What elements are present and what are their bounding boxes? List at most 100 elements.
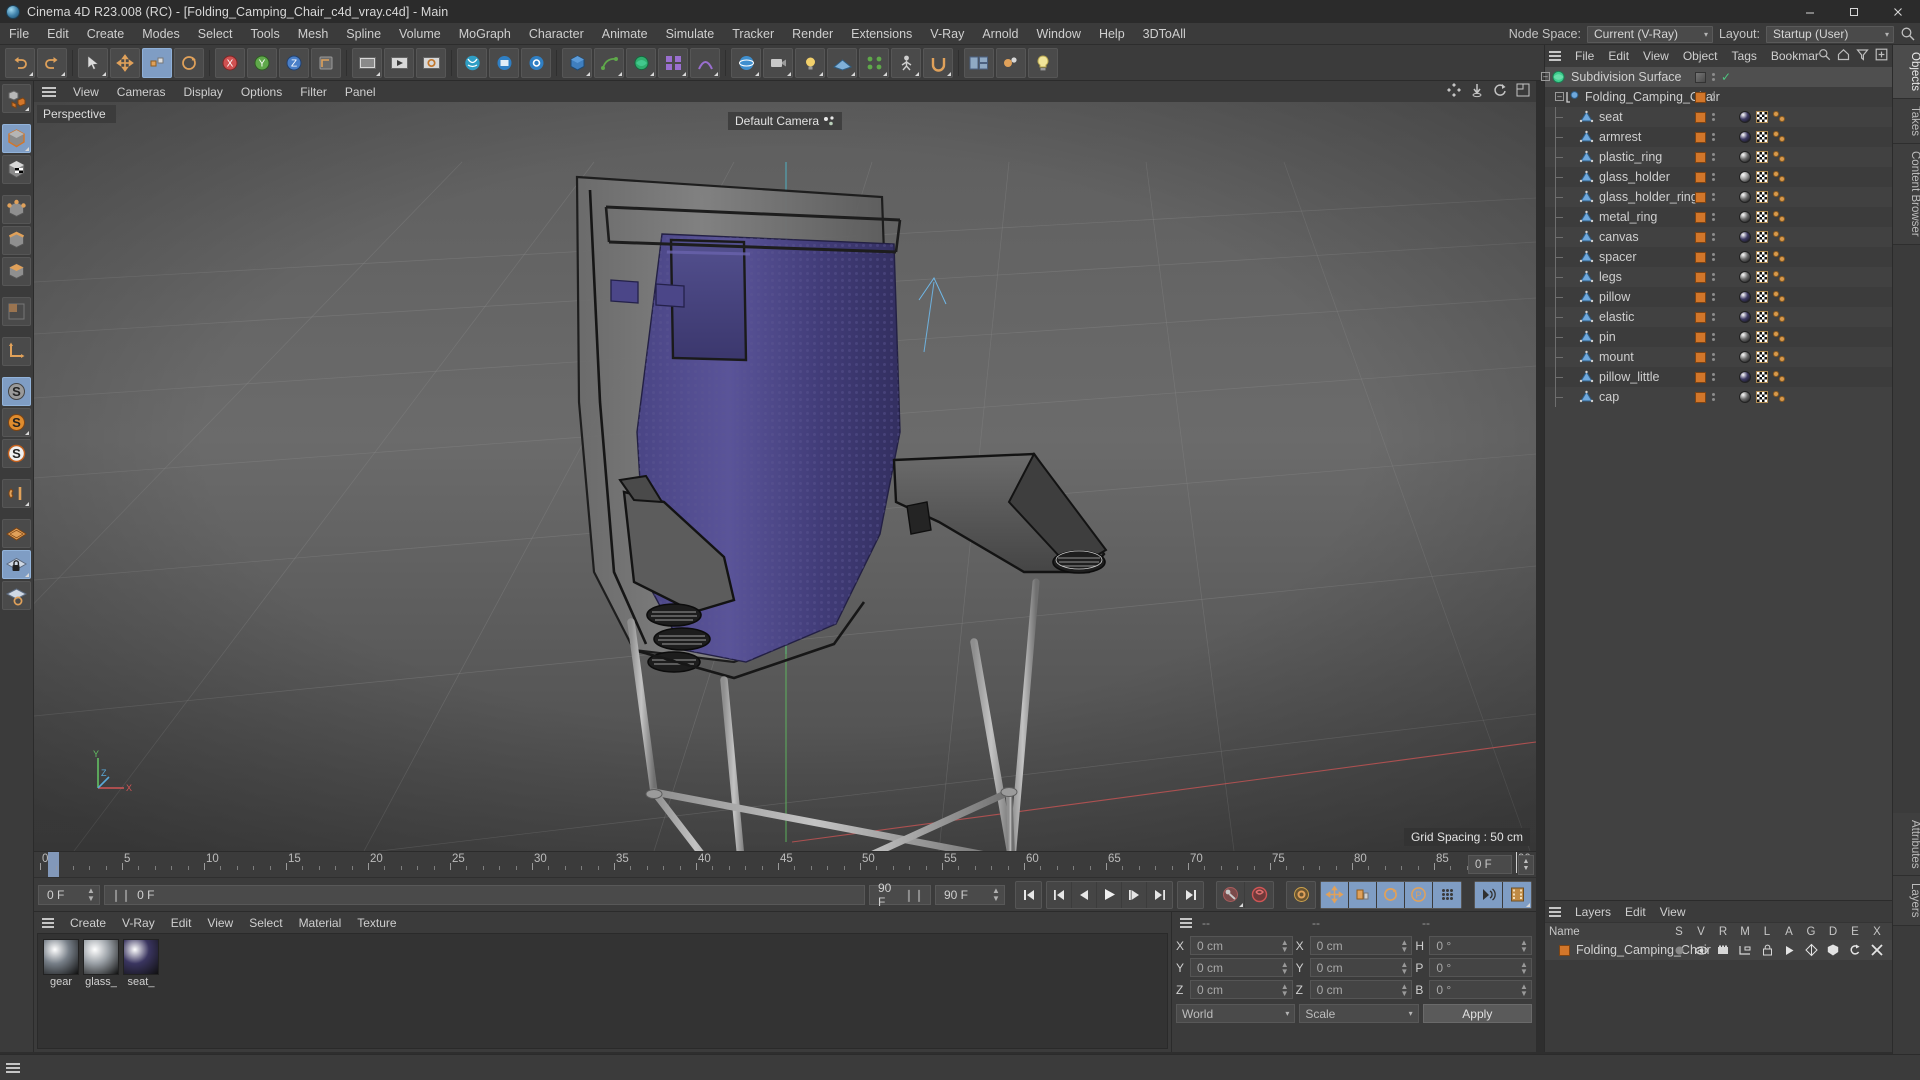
render-settings-button[interactable] [416, 47, 446, 78]
object-menu-edit[interactable]: Edit [1601, 45, 1636, 67]
close-button[interactable] [1876, 0, 1920, 23]
floor-button[interactable] [827, 47, 857, 78]
pan-view-icon[interactable] [1447, 83, 1461, 100]
stepper-icon[interactable]: ▲ ▼ [85, 886, 97, 903]
manager-icon[interactable] [1734, 944, 1756, 956]
texture-mode-button[interactable] [2, 155, 31, 184]
render-icon[interactable] [1712, 944, 1734, 956]
sound-playback-button[interactable] [1475, 881, 1503, 908]
material-tag-icon[interactable] [1739, 351, 1751, 363]
material-tag-icon[interactable] [1739, 311, 1751, 323]
visibility-dots-icon[interactable] [1712, 313, 1715, 321]
material-tag-icon[interactable] [1739, 251, 1751, 263]
menu-volume[interactable]: Volume [390, 23, 450, 45]
tab-layers[interactable]: Layers [1893, 876, 1920, 926]
stepper-icon[interactable]: ▲ ▼ [1519, 960, 1529, 975]
material-tag-icon[interactable] [1739, 111, 1751, 123]
stepper-icon[interactable]: ▲ ▼ [990, 886, 1002, 903]
object-color-swatch[interactable] [1695, 311, 1706, 323]
object-color-swatch[interactable] [1695, 71, 1706, 83]
content-browser-button[interactable] [996, 47, 1026, 78]
points-mode-button[interactable] [2, 195, 31, 224]
minimize-button[interactable] [1788, 0, 1832, 23]
object-color-swatch[interactable] [1695, 111, 1706, 123]
visibility-dots-icon[interactable] [1712, 373, 1715, 381]
status-menu-icon[interactable] [6, 1062, 20, 1073]
visibility-dots-icon[interactable] [1712, 273, 1715, 281]
xpresso-icon[interactable] [1866, 944, 1888, 956]
next-key-button[interactable] [1147, 882, 1172, 908]
coordinate-mode-dropdown[interactable]: Scale ▾ [1299, 1004, 1419, 1023]
lock-icon[interactable] [1756, 944, 1778, 956]
uv-polygons-mode-button[interactable] [2, 297, 31, 326]
rotation-input[interactable]: 0 ° ▲ ▼ [1429, 936, 1533, 955]
layers-menu-layers[interactable]: Layers [1568, 901, 1618, 923]
phong-tag-icon[interactable] [1773, 371, 1786, 383]
object-row[interactable]: elastic [1545, 307, 1892, 327]
object-color-swatch[interactable] [1695, 151, 1706, 163]
key-parameter-button[interactable]: P [1405, 881, 1433, 908]
spline-pen-button[interactable] [594, 47, 624, 78]
material-tag-icon[interactable] [1739, 271, 1751, 283]
uvw-tag-icon[interactable] [1756, 231, 1768, 243]
nurbs-generator-button[interactable] [626, 47, 656, 78]
object-row[interactable]: metal_ring [1545, 207, 1892, 227]
snapping-button[interactable] [923, 47, 953, 78]
rotate-tool-button[interactable] [174, 47, 204, 78]
layer-row[interactable]: Folding_Camping_Chair [1545, 940, 1892, 960]
material-tag-icon[interactable] [1739, 291, 1751, 303]
layers-menu-view[interactable]: View [1653, 901, 1693, 923]
object-color-swatch[interactable] [1695, 131, 1706, 143]
tab-objects[interactable]: Objects [1893, 45, 1920, 99]
layers-panel-menu-icon[interactable] [1549, 906, 1561, 917]
visibility-dots-icon[interactable] [1712, 353, 1715, 361]
timeline-frame-stepper[interactable]: ▲ ▼ [1518, 855, 1534, 875]
lock-workplane-toggle-button[interactable] [2, 550, 31, 579]
stepper-icon[interactable]: ▲ ▼ [1399, 938, 1409, 953]
rotation-input[interactable]: 0 ° ▲ ▼ [1429, 980, 1533, 999]
film-strip-button[interactable] [1503, 881, 1531, 908]
axis-y-button[interactable]: Y [247, 47, 277, 78]
generator-icon[interactable] [1800, 943, 1822, 957]
maximize-view-icon[interactable] [1516, 83, 1530, 100]
material-menu-texture[interactable]: Texture [349, 912, 404, 934]
size-input[interactable]: 0 cm ▲ ▼ [1309, 980, 1413, 999]
material-item[interactable]: glass_ [83, 939, 119, 988]
axis-x-button[interactable]: X [215, 47, 245, 78]
size-input[interactable]: 0 cm ▲ ▼ [1309, 958, 1413, 977]
uvw-tag-icon[interactable] [1756, 311, 1768, 323]
enable-axis-button[interactable]: S [2, 377, 31, 406]
object-row[interactable]: pillow_little [1545, 367, 1892, 387]
material-tag-icon[interactable] [1739, 331, 1751, 343]
menu-mesh[interactable]: Mesh [289, 23, 338, 45]
stepper-icon[interactable]: ▲ ▼ [1280, 982, 1290, 997]
menu-render[interactable]: Render [783, 23, 842, 45]
rotation-input[interactable]: 0 ° ▲ ▼ [1429, 958, 1533, 977]
material-menu-edit[interactable]: Edit [163, 912, 200, 934]
object-color-swatch[interactable] [1695, 391, 1706, 403]
character-rig-button[interactable] [891, 47, 921, 78]
object-row[interactable]: glass_holder_ring [1545, 187, 1892, 207]
uvw-tag-icon[interactable] [1756, 131, 1768, 143]
coordinate-system-dropdown[interactable]: World ▾ [1176, 1004, 1296, 1023]
model-mode-button[interactable] [2, 124, 31, 153]
material-item[interactable]: gear [43, 939, 79, 988]
material-tag-icon[interactable] [1739, 371, 1751, 383]
planar-workplane-button[interactable] [2, 581, 31, 610]
expand-collapse-icon[interactable]: – [1555, 92, 1564, 101]
autokeying-button[interactable] [1245, 882, 1273, 908]
object-row[interactable]: armrest [1545, 127, 1892, 147]
uvw-tag-icon[interactable] [1756, 391, 1768, 403]
viewport-menu-cameras[interactable]: Cameras [108, 81, 175, 103]
go-to-start-button[interactable] [1016, 882, 1041, 908]
tab-attributes[interactable]: Attributes [1893, 812, 1920, 877]
visibility-dots-icon[interactable] [1712, 93, 1715, 101]
viewport-canvas[interactable]: Perspective Default Camera Y X Z Grid Sp… [34, 102, 1536, 851]
menu-tracker[interactable]: Tracker [723, 23, 783, 45]
material-menu-material[interactable]: Material [291, 912, 350, 934]
expand-collapse-icon[interactable]: – [1541, 72, 1550, 81]
layout-manager-button[interactable] [964, 47, 994, 78]
phong-tag-icon[interactable] [1773, 231, 1786, 243]
material-menu-vray[interactable]: V-Ray [114, 912, 163, 934]
visibility-dots-icon[interactable] [1712, 133, 1715, 141]
